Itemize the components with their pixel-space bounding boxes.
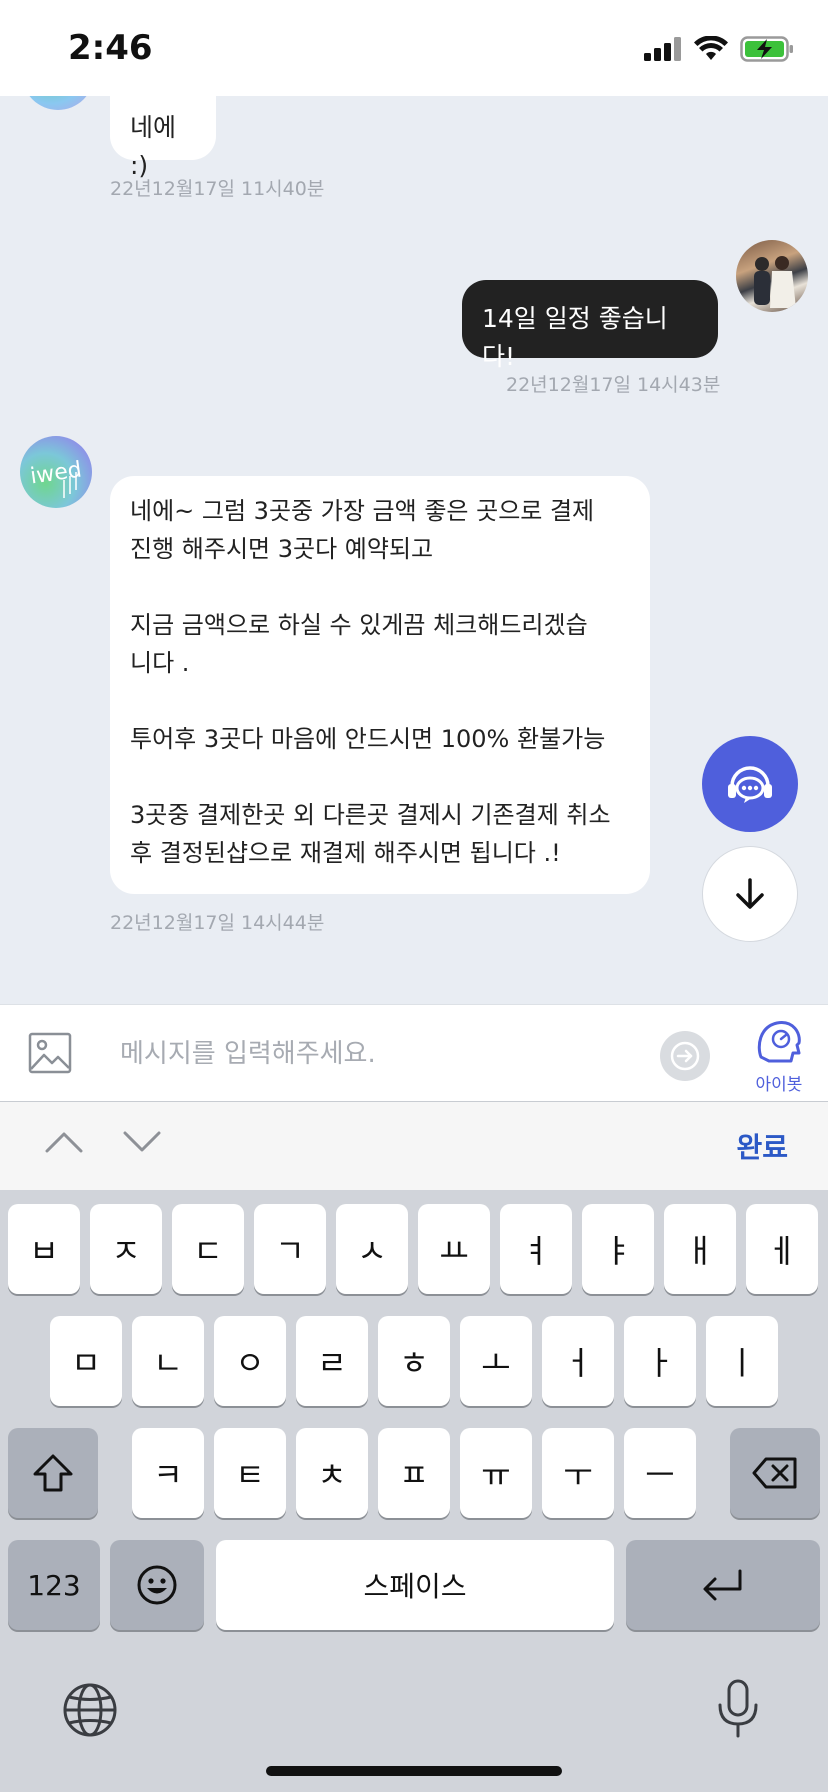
emoji-key[interactable] (110, 1540, 204, 1630)
key-tieut[interactable]: ㅌ (214, 1428, 286, 1518)
key-yeo[interactable]: ㅕ (500, 1204, 572, 1294)
shift-key[interactable] (8, 1428, 98, 1518)
message-bubble: 네에~ 그럼 3곳중 가장 금액 좋은 곳으로 결제 진행 해주시면 3곳다 예… (110, 476, 650, 894)
home-indicator (266, 1766, 562, 1776)
space-key[interactable]: 스페이스 (216, 1540, 614, 1630)
emoji-icon (137, 1565, 177, 1605)
key-kieuk[interactable]: ㅋ (132, 1428, 204, 1518)
headset-chat-icon (728, 766, 772, 803)
keyboard-toolbar: 완료 (0, 1102, 828, 1190)
globe-icon (63, 1683, 117, 1737)
dictation-button[interactable] (714, 1678, 762, 1745)
user-photo (754, 256, 796, 308)
key-digeut[interactable]: ㄷ (172, 1204, 244, 1294)
microphone-icon (718, 1679, 758, 1738)
iwedding-logo-icon: iwed (29, 458, 84, 498)
message-timestamp: 22년12월17일 14시43분 (506, 374, 721, 396)
globe-button[interactable] (62, 1682, 118, 1743)
status-time: 2:46 (68, 28, 153, 68)
chevron-down-icon (123, 1131, 161, 1152)
message-input[interactable] (102, 1025, 642, 1083)
cellular-signal-icon (644, 37, 681, 61)
next-field-button[interactable] (122, 1130, 162, 1159)
customer-support-button[interactable] (702, 736, 798, 832)
shift-icon (33, 1454, 73, 1492)
done-button[interactable]: 완료 (736, 1126, 788, 1166)
korean-keyboard: ㅂ ㅈ ㄷ ㄱ ㅅ ㅛ ㅕ ㅑ ㅐ ㅔ ㅁ ㄴ ㅇ ㄹ ㅎ ㅗ ㅓ ㅏ ㅣ ㅋ … (0, 1190, 828, 1792)
key-eo[interactable]: ㅓ (542, 1316, 614, 1406)
key-ya[interactable]: ㅑ (582, 1204, 654, 1294)
key-i[interactable]: ㅣ (706, 1316, 778, 1406)
svg-text:iwed: iwed (29, 458, 84, 490)
arrow-right-icon (670, 1041, 700, 1071)
chevron-up-icon (45, 1132, 83, 1153)
message-timestamp: 22년12월17일 11시40분 (110, 178, 325, 200)
chat-area[interactable]: 네에 :) 22년12월17일 11시40분 14일 일정 좋습니다! 22년1… (0, 96, 828, 1004)
key-siot[interactable]: ㅅ (336, 1204, 408, 1294)
backspace-icon (752, 1457, 797, 1489)
key-giyeok[interactable]: ㄱ (254, 1204, 326, 1294)
key-bieup[interactable]: ㅂ (8, 1204, 80, 1294)
key-chieut[interactable]: ㅊ (296, 1428, 368, 1518)
aibot-button[interactable]: 아이봇 (746, 1017, 812, 1095)
key-ieung[interactable]: ㅇ (214, 1316, 286, 1406)
key-yu[interactable]: ㅠ (460, 1428, 532, 1518)
key-nieun[interactable]: ㄴ (132, 1316, 204, 1406)
message-bubble: 네에 :) (110, 96, 216, 180)
wifi-icon (694, 36, 728, 60)
key-jieut[interactable]: ㅈ (90, 1204, 162, 1294)
return-key[interactable] (626, 1540, 820, 1630)
arrow-down-icon (736, 878, 764, 909)
bot-avatar[interactable]: iwed (20, 436, 92, 508)
send-button[interactable] (660, 1031, 710, 1081)
message-timestamp: 22년12월17일 14시44분 (110, 912, 325, 934)
key-a[interactable]: ㅏ (624, 1316, 696, 1406)
backspace-key[interactable] (730, 1428, 820, 1518)
user-avatar[interactable] (736, 240, 808, 312)
status-icons (644, 34, 794, 64)
message-bubble-outgoing: 14일 일정 좋습니다! (462, 280, 718, 371)
key-hieut[interactable]: ㅎ (378, 1316, 450, 1406)
key-yo[interactable]: ㅛ (418, 1204, 490, 1294)
scroll-to-bottom-button[interactable] (702, 846, 798, 942)
attach-image-button[interactable] (28, 1031, 72, 1080)
previous-field-button[interactable] (44, 1130, 84, 1159)
return-icon (703, 1569, 742, 1601)
key-ae[interactable]: ㅐ (664, 1204, 736, 1294)
key-eu[interactable]: ㅡ (624, 1428, 696, 1518)
key-pieup[interactable]: ㅍ (378, 1428, 450, 1518)
robot-head-icon (757, 1021, 801, 1063)
battery-charging-icon (740, 36, 793, 62)
message-input-bar: 아이봇 (0, 1004, 828, 1102)
bot-avatar (22, 96, 94, 110)
key-o[interactable]: ㅗ (460, 1316, 532, 1406)
status-bar: 2:46 (0, 0, 828, 96)
key-mieum[interactable]: ㅁ (50, 1316, 122, 1406)
aibot-label: 아이봇 (755, 1075, 803, 1095)
key-e[interactable]: ㅔ (746, 1204, 818, 1294)
numbers-key[interactable]: 123 (8, 1540, 100, 1630)
image-icon (28, 1032, 72, 1074)
key-rieul[interactable]: ㄹ (296, 1316, 368, 1406)
key-u[interactable]: ㅜ (542, 1428, 614, 1518)
